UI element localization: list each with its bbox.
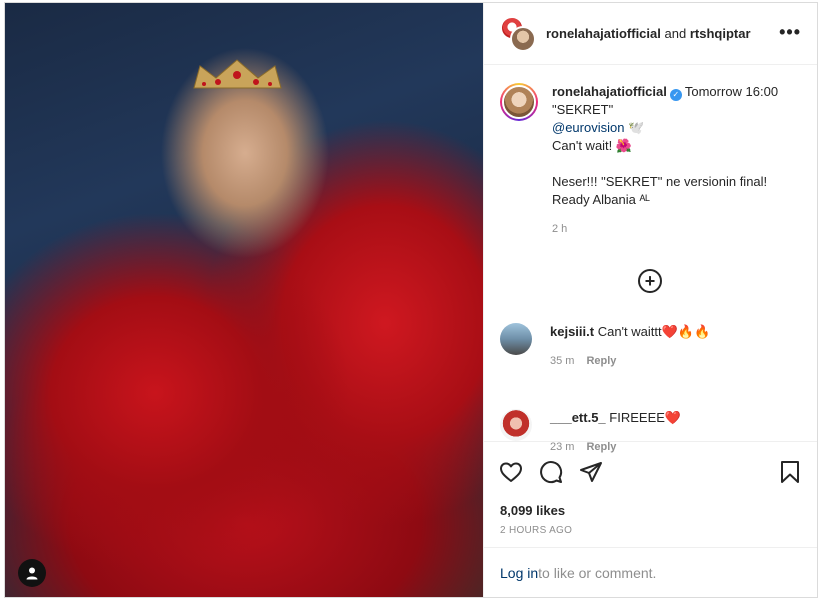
comment-username[interactable]: ___ett.5_ <box>550 410 606 425</box>
likes-count[interactable]: 8,099 likes <box>484 501 817 521</box>
post-container: ronelahajatiofficial and rtshqiptar ••• … <box>4 2 818 598</box>
dove-icon: 🕊️ <box>628 120 645 135</box>
post-header: ronelahajatiofficial and rtshqiptar ••• <box>484 3 817 65</box>
header-usernames: ronelahajatiofficial and rtshqiptar <box>546 26 751 41</box>
avatar[interactable] <box>500 409 532 441</box>
caption-time[interactable]: 2 h <box>552 223 778 235</box>
avatar[interactable] <box>500 323 532 355</box>
comment-time[interactable]: 35 m <box>550 355 574 367</box>
post-sidebar: ronelahajatiofficial and rtshqiptar ••• … <box>483 3 817 597</box>
caption: ronelahajatiofficial ✓ Tomorrow 16:00 "SEK… <box>500 83 801 235</box>
avatar[interactable] <box>500 83 538 121</box>
avatar[interactable] <box>510 25 536 52</box>
crown-decoration <box>193 59 282 89</box>
bookmark-icon[interactable] <box>777 459 803 485</box>
comment-text: Can't waittt❤️🔥🔥 <box>597 324 711 339</box>
comment-icon[interactable] <box>538 459 564 485</box>
share-icon[interactable] <box>578 459 604 485</box>
header-joiner: and <box>664 26 687 41</box>
header-username-1[interactable]: ronelahajatiofficial <box>546 26 661 41</box>
comment-username[interactable]: kejsiii.t <box>550 324 594 339</box>
header-username-2[interactable]: rtshqiptar <box>690 26 751 41</box>
login-prompt: Log in to like or comment. <box>484 547 817 597</box>
login-link[interactable]: Log in <box>500 565 538 581</box>
caption-line2: "SEKRET" <box>552 102 614 117</box>
list-item: kejsiii.t Can't waittt❤️🔥🔥 35 m Reply <box>500 323 710 367</box>
comments-section: ronelahajatiofficial ✓ Tomorrow 16:00 "SEK… <box>484 65 817 453</box>
caption-username[interactable]: ronelahajatiofficial <box>552 84 667 99</box>
collab-avatars[interactable] <box>500 15 536 52</box>
user-tag-icon[interactable] <box>18 559 46 587</box>
comment-text: FIREEEE❤️ <box>609 410 682 425</box>
more-icon[interactable]: ••• <box>779 23 801 41</box>
reply-button[interactable]: Reply <box>586 355 616 367</box>
caption-line5: Ready Albania ᴬᴸ <box>552 192 650 207</box>
caption-line1: Tomorrow 16:00 <box>684 84 779 99</box>
heart-icon[interactable] <box>498 459 524 485</box>
login-prompt-text: to like or comment. <box>538 564 657 581</box>
verified-icon: ✓ <box>669 89 682 101</box>
action-bar <box>484 441 817 501</box>
caption-line3: Can't wait! 🌺 <box>552 138 633 153</box>
post-timestamp[interactable]: 2 HOURS AGO <box>484 525 817 547</box>
caption-mention[interactable]: @eurovision <box>552 120 624 135</box>
post-image[interactable] <box>5 3 483 597</box>
caption-line4: Neser!!! "SEKRET" ne versionin final! <box>552 174 768 189</box>
add-circle-icon[interactable]: + <box>638 269 662 293</box>
